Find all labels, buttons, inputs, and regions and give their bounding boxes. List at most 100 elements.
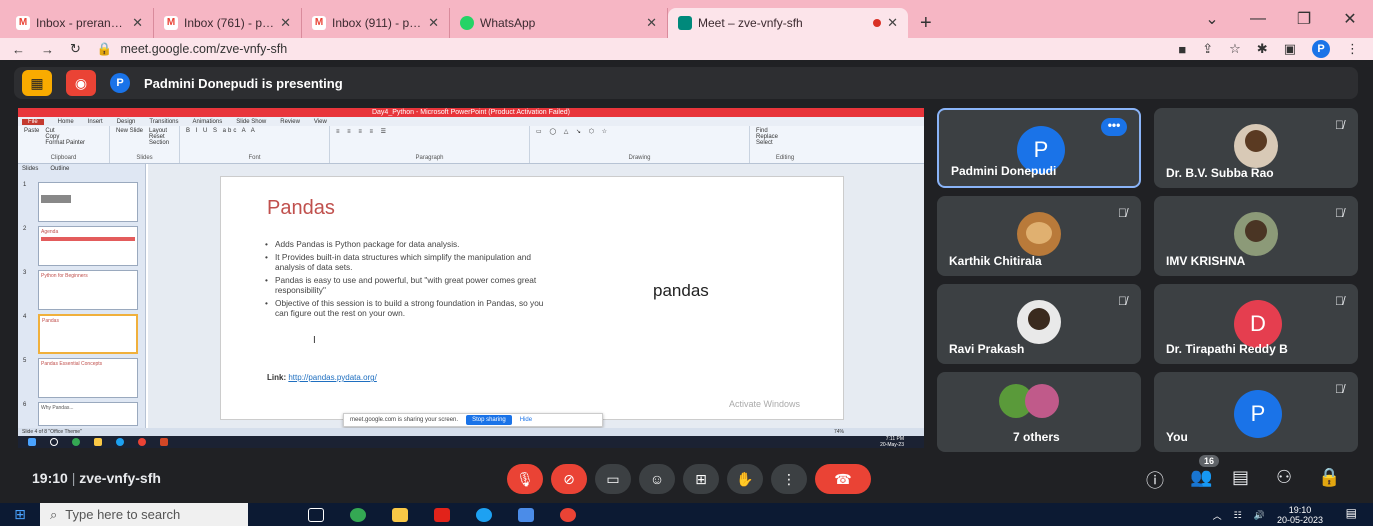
participant-tile-others[interactable]: 7 others [937,372,1141,452]
slide-thumbnail[interactable] [38,182,138,222]
section-button[interactable]: Section [149,140,169,146]
layout-icon[interactable]: ▦ [22,70,52,96]
ppt-menu-home[interactable]: Home [58,119,74,125]
host-controls-icon[interactable]: 🔒 [1318,467,1340,488]
tab-search-icon[interactable]: ⌄ [1189,9,1235,29]
system-tray: ︿ ☷ 🔊 19:10 20-05-2023 [1213,505,1323,525]
participant-tile-tirapathi[interactable]: D 🎙̸ Dr. Tirapathi Reddy B [1154,284,1358,364]
ppt-menu-animations[interactable]: Animations [193,119,223,125]
avatar [1234,212,1278,256]
close-tab-icon[interactable]: ✕ [646,15,657,31]
close-tab-icon[interactable]: ✕ [887,15,898,31]
network-icon[interactable]: ☷ [1234,510,1242,521]
close-tab-icon[interactable]: ✕ [428,15,439,31]
taskbar-clock[interactable]: 19:10 20-05-2023 [1277,505,1323,525]
present-icon: ⊞ [695,470,707,487]
extensions-icon[interactable]: ✱ [1257,41,1268,57]
ppt-menu-slideshow[interactable]: Slide Show [236,119,266,125]
reactions-button[interactable]: ☺ [639,464,675,494]
ppt-menu-file[interactable]: File [22,118,44,125]
pane-tab-outline[interactable]: Outline [50,166,69,172]
chrome-profile-icon[interactable] [560,507,576,522]
present-button[interactable]: ⊞ [683,464,719,494]
windows-start-icon[interactable]: ⊞ [0,506,40,523]
text-cursor-icon: I [313,335,316,346]
pane-tab-slides[interactable]: Slides [22,166,38,172]
sidepanel-icon[interactable]: ▣ [1284,41,1296,57]
activities-icon[interactable]: ⚇ [1276,467,1292,488]
close-tab-icon[interactable]: ✕ [280,15,291,31]
profile-avatar[interactable]: P [1312,40,1330,58]
star-icon[interactable]: ☆ [1229,41,1241,57]
chrome-icon[interactable] [350,507,366,522]
back-icon[interactable]: ← [12,42,25,57]
slide-thumbnail[interactable]: Pandas Essential Concepts [38,358,138,398]
slide-thumbnail[interactable]: Agenda [38,226,138,266]
paragraph-tools[interactable]: ≡ ≡ ≡ ≡ ☰ [336,128,523,135]
people-icon[interactable]: 👥 [1190,467,1212,488]
participant-tile-imv-krishna[interactable]: 🎙̸ IMV KRISHNA [1154,196,1358,276]
shapes-gallery[interactable]: ▭ ◯ △ ↘ ⬡ ☆ [536,128,743,135]
format-painter-button[interactable]: Format Painter [45,140,85,146]
notifications-icon[interactable]: ▤ [1346,506,1357,520]
ppt-menu-review[interactable]: Review [280,119,300,125]
ribbon-group-clipboard: Paste Cut Copy Format Painter Clipboard [18,126,110,163]
ppt-menu-transitions[interactable]: Transitions [149,119,178,125]
slide-thumbnail[interactable]: Why Pandas... [38,402,138,426]
chat-icon[interactable]: ▤ [1232,467,1249,488]
font-tools[interactable]: B I U S abc A A [186,128,323,134]
tray-chevron-icon[interactable]: ︿ [1213,509,1222,522]
restore-icon[interactable]: ❐ [1281,9,1327,29]
slide-thumbnail[interactable]: Python for Beginners [38,270,138,310]
task-view-icon[interactable] [308,507,324,522]
tab-inbox-pavanpvpsit[interactable]: M Inbox (911) - pavanpvpsit@g ✕ [302,8,450,38]
tab-whatsapp[interactable]: WhatsApp ✕ [450,8,668,38]
close-window-icon[interactable]: ✕ [1327,9,1373,29]
info-icon[interactable]: ⓘ [1146,467,1164,493]
slide-thumbnail-selected[interactable]: Pandas [38,314,138,354]
camera-toggle-button[interactable]: ⊘ [551,464,587,494]
reload-icon[interactable]: ↻ [70,41,81,57]
paste-button[interactable]: Paste [24,128,39,146]
more-options-button[interactable]: ⋮ [771,464,807,494]
share-icon[interactable]: ⇪ [1202,41,1213,57]
tab-inbox-pavankalluri[interactable]: M Inbox (761) - pavankalluri@p ✕ [154,8,302,38]
select-button[interactable]: Select [756,140,814,146]
camera-icon[interactable]: ■ [1178,42,1186,57]
acrobat-icon[interactable] [434,507,450,522]
stop-presenting-icon[interactable]: ◉ [66,70,96,96]
file-explorer-icon[interactable] [392,507,408,522]
photos-icon[interactable] [518,507,534,522]
forward-icon[interactable]: → [41,42,54,57]
raise-hand-button[interactable]: ✋ [727,464,763,494]
mic-toggle-button[interactable]: 🎙 [507,464,543,494]
volume-icon[interactable]: 🔊 [1254,510,1265,521]
new-tab-button[interactable]: + [908,8,944,38]
participant-tile-padmini[interactable]: P ••• Padmini Donepudi [937,108,1141,188]
tile-menu-button[interactable]: ••• [1101,118,1127,136]
menu-icon[interactable]: ⋮ [1346,41,1359,57]
url-field[interactable]: 🔒 meet.google.com/zve-vnfy-sfh [97,42,287,57]
edge-icon[interactable] [476,507,492,522]
hide-button[interactable]: Hide [520,417,532,423]
ppt-menu-view[interactable]: View [314,119,327,125]
new-slide-button[interactable]: New Slide [116,128,143,146]
ppt-menu-design[interactable]: Design [117,119,136,125]
leave-call-button[interactable]: ☎ [815,464,871,494]
participant-tile-subba-rao[interactable]: 🎙̸ Dr. B.V. Subba Rao [1154,108,1358,188]
tab-meet[interactable]: Meet – zve-vnfy-sfh ✕ [668,8,908,38]
participant-tile-karthik[interactable]: 🎙̸ Karthik Chitirala [937,196,1141,276]
mic-off-icon: 🎙̸ [1118,206,1127,220]
stop-sharing-button[interactable]: Stop sharing [466,415,512,425]
tab-inbox-prerana[interactable]: M Inbox - prerana@pvpsit.in - P ✕ [6,8,154,38]
taskbar-search[interactable]: ⌕ Type here to search [40,503,248,526]
minimize-icon[interactable]: — [1235,10,1281,28]
close-tab-icon[interactable]: ✕ [132,15,143,31]
participant-tile-ravi-prakash[interactable]: 🎙̸ Ravi Prakash [937,284,1141,364]
pandas-link[interactable]: http://pandas.pydata.org/ [288,373,377,382]
ppt-menu-insert[interactable]: Insert [88,119,103,125]
zoom-level[interactable]: 74% [834,428,844,436]
participant-tile-you[interactable]: P 🎙̸ You [1154,372,1358,452]
captions-button[interactable]: ▭ [595,464,631,494]
participant-name: Dr. Tirapathi Reddy B [1166,342,1288,356]
